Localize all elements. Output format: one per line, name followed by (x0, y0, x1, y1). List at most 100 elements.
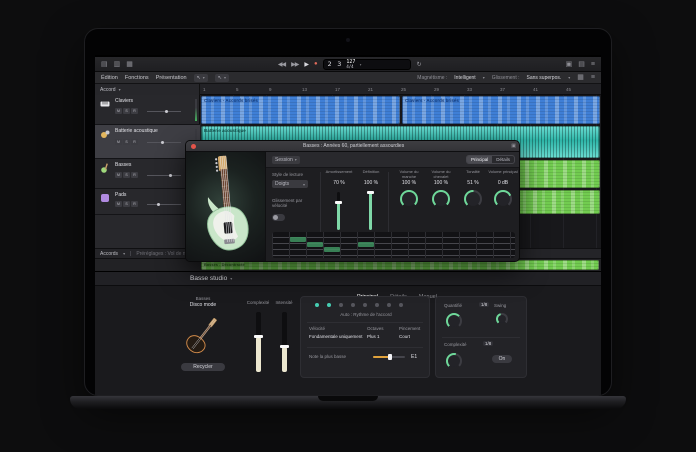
menu-fonctions[interactable]: Fonctions (125, 75, 149, 81)
close-button[interactable] (191, 144, 196, 149)
volume-thumb[interactable] (157, 203, 160, 206)
slide-velocity-switch[interactable] (272, 214, 285, 221)
pattern-step[interactable] (351, 303, 355, 307)
pluck-stepper[interactable]: Court (399, 334, 410, 339)
solo-button[interactable]: S (123, 139, 130, 145)
bridge-volume-value: 100 % (424, 180, 458, 186)
chord-track-label: Accord (100, 87, 116, 93)
grid-icon[interactable]: ▦ (577, 74, 584, 81)
pattern-step[interactable] (387, 303, 391, 307)
complexity-fill-value[interactable]: 1/8 (483, 341, 493, 346)
command-click-tool[interactable]: ↖ ▾ (215, 74, 229, 82)
solo-button[interactable]: S (123, 201, 130, 207)
menu-icon[interactable]: ≡ (591, 61, 595, 68)
track-name[interactable]: Claviers (115, 98, 133, 104)
bar-ruler[interactable]: Accord ▾ 1 5 9 13 17 21 25 29 33 37 41 4… (95, 84, 601, 95)
mute-button[interactable]: M (115, 139, 122, 145)
record-enable-button[interactable]: R (131, 201, 138, 207)
play-style-menu[interactable]: Doigts ▾ (272, 180, 308, 188)
pattern-step[interactable] (363, 303, 367, 307)
chord-track-header[interactable]: Accord ▾ (95, 84, 200, 95)
intensity-label: Intensité (267, 300, 301, 305)
tone-knob[interactable] (464, 190, 482, 208)
pattern-step[interactable] (375, 303, 379, 307)
complexity-fill-knob[interactable] (446, 353, 462, 369)
library-icon[interactable]: ▤ (578, 61, 585, 68)
volume-slider[interactable] (147, 204, 181, 205)
quantize-value[interactable]: 1/8 (479, 302, 489, 307)
link-icon[interactable]: ▣ (511, 144, 516, 149)
definition-slider[interactable] (369, 192, 372, 230)
menu-icon[interactable]: ≡ (591, 74, 595, 81)
lowest-note-slider[interactable] (373, 356, 405, 358)
record-enable-button[interactable]: R (131, 108, 138, 114)
volume-thumb[interactable] (161, 141, 164, 144)
play-style-label: Style de lecture (272, 172, 303, 177)
on-button[interactable]: On (492, 355, 512, 363)
tab-accords[interactable]: Accords (100, 251, 118, 257)
plugin-title-bar[interactable]: Basses : Années 60, partiellement assour… (186, 141, 520, 152)
mute-button[interactable]: M (115, 108, 122, 114)
bass-guitar-icon (100, 163, 110, 175)
damping-slider[interactable] (337, 192, 340, 230)
midi-region-claviers[interactable]: Claviers - Accords brisés (201, 96, 400, 124)
volume-slider[interactable] (147, 175, 181, 176)
list-editors-icon[interactable]: ▣ (566, 61, 573, 68)
player-name[interactable]: Disco mode (161, 302, 245, 308)
volume-thumb[interactable] (169, 174, 172, 177)
track-name[interactable]: Batterie acoustique (115, 128, 158, 134)
tab-details[interactable]: Détails (492, 156, 514, 163)
editor-title[interactable]: Basse studio ▾ (190, 275, 232, 282)
octaves-stepper[interactable]: Plus 1 (367, 334, 380, 339)
preset-menu[interactable]: Session ▾ (272, 156, 300, 164)
velocity-value-menu[interactable]: Fondamentale uniquement (309, 334, 363, 339)
plugin-title: Basses : Années 60, partiellement assour… (200, 143, 507, 149)
mute-button[interactable]: M (115, 201, 122, 207)
volume-slider[interactable] (147, 142, 181, 143)
tab-principal[interactable]: Principal (467, 156, 492, 163)
ruler-tick: 17 (335, 87, 340, 92)
presets-menu[interactable]: Préréglages : Vol de nuit (136, 251, 190, 257)
solo-button[interactable]: S (123, 172, 130, 178)
record-button[interactable]: ● (314, 61, 317, 67)
volume-slider[interactable] (147, 111, 181, 112)
fretboard-display[interactable] (272, 232, 515, 258)
track-name[interactable]: Pads (115, 192, 126, 198)
pattern-step[interactable] (399, 303, 403, 307)
track-name[interactable]: Basses (115, 162, 131, 168)
snap-menu[interactable]: Intelligent (454, 75, 475, 81)
drag-menu[interactable]: Sans superpos. (527, 75, 562, 81)
sidebar-toggle-icon[interactable]: ▤ (101, 61, 108, 68)
swing-knob[interactable] (496, 313, 508, 325)
volume-thumb[interactable] (165, 110, 168, 113)
master-volume-knob[interactable] (494, 190, 512, 208)
play-button[interactable]: ▶ (304, 61, 308, 68)
forward-button[interactable]: ▶▶ (291, 61, 298, 68)
intensity-slider[interactable] (282, 312, 287, 372)
bass-player-icon (161, 310, 245, 362)
inspector-icon[interactable]: ▥ (114, 61, 121, 68)
record-enable-button[interactable]: R (131, 139, 138, 145)
mixer-icon[interactable]: ▦ (126, 61, 133, 68)
complexity-slider[interactable] (256, 312, 261, 372)
pattern-step[interactable] (315, 303, 319, 307)
track-header-claviers[interactable]: Claviers M S R (95, 95, 200, 125)
pattern-step[interactable] (339, 303, 343, 307)
rewind-button[interactable]: ◀◀ (278, 61, 285, 68)
menu-presentation[interactable]: Présentation (156, 75, 187, 81)
cycle-button[interactable]: ↻ (417, 61, 421, 68)
pattern-step[interactable] (327, 303, 331, 307)
midi-region-claviers[interactable]: Claviers - Accords brisés (402, 96, 600, 124)
solo-button[interactable]: S (123, 108, 130, 114)
quantize-knob[interactable] (446, 313, 462, 329)
menu-edition[interactable]: Édition (101, 75, 118, 81)
lcd-display[interactable]: 2 3 127 4/4 ▾ (323, 59, 411, 70)
record-enable-button[interactable]: R (131, 172, 138, 178)
left-click-tool[interactable]: ↖ ▾ (194, 74, 208, 82)
bridge-volume-knob[interactable] (432, 190, 450, 208)
recycle-button[interactable]: Recycler (181, 363, 225, 371)
bass-plugin-window[interactable]: Basses : Années 60, partiellement assour… (185, 140, 520, 262)
mute-button[interactable]: M (115, 172, 122, 178)
tone-label: Tonalité (456, 170, 490, 175)
neck-volume-knob[interactable] (400, 190, 418, 208)
